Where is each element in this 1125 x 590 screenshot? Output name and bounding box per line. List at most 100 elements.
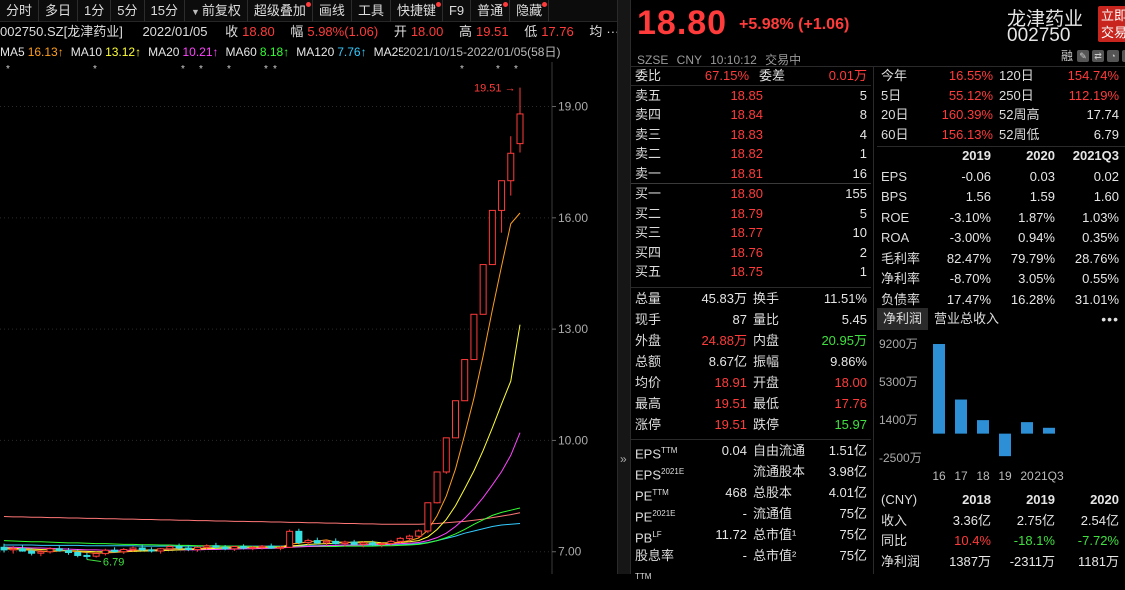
buy-level-row[interactable]: 买一 18.80 155	[631, 184, 871, 204]
sell-level-row[interactable]: 卖二 18.82 1	[631, 144, 871, 164]
rev-label: 净利润	[881, 553, 921, 569]
link-icon[interactable]: ⇄	[1092, 50, 1104, 62]
event-star-icon: *	[514, 64, 518, 75]
buy-level-row[interactable]: 买三 18.77 10	[631, 223, 871, 243]
toolbar-button[interactable]: 画线	[313, 0, 352, 22]
candle[interactable]	[157, 548, 165, 554]
fundamental-label-text: PE	[635, 509, 653, 525]
profit-bar[interactable]	[1043, 427, 1055, 434]
event-star-icon: *	[6, 64, 10, 75]
candle[interactable]	[516, 87, 524, 153]
quote-label: 总量	[635, 291, 662, 306]
candle[interactable]	[147, 547, 155, 553]
candle[interactable]	[83, 552, 91, 560]
candle[interactable]	[498, 180, 506, 233]
candle[interactable]	[286, 529, 294, 549]
candle[interactable]	[470, 313, 478, 361]
candle[interactable]	[433, 471, 441, 504]
fundamental-value: 75亿	[839, 548, 867, 563]
toolbar-button[interactable]: ▼ 前复权	[185, 0, 248, 22]
candle-body	[157, 548, 165, 552]
candle[interactable]	[18, 545, 26, 552]
candle-body	[405, 535, 413, 539]
candle[interactable]	[120, 548, 128, 554]
buy-level-row[interactable]: 买四 18.76 2	[631, 243, 871, 263]
event-star-icon: *	[199, 64, 203, 75]
sell-level-row[interactable]: 卖五 18.85 5	[631, 86, 871, 106]
candle[interactable]	[332, 538, 340, 545]
fin-value: 0.02	[1093, 168, 1119, 184]
candle-body	[212, 545, 220, 548]
candle[interactable]	[194, 546, 201, 552]
candle[interactable]	[424, 502, 432, 534]
toolbar-button[interactable]: 多日	[39, 0, 79, 22]
toolbar-button[interactable]: 分时	[0, 0, 40, 22]
candle[interactable]	[350, 539, 358, 546]
candle[interactable]	[101, 548, 109, 556]
candle[interactable]	[55, 545, 63, 552]
profit-bar[interactable]	[933, 344, 945, 434]
toolbar-button-label: 快捷键	[396, 3, 436, 18]
candle[interactable]	[138, 544, 146, 551]
toolbar-button[interactable]: F9	[443, 0, 472, 22]
candle[interactable]	[415, 529, 423, 538]
sell-level-row[interactable]: 卖四 18.84 8	[631, 105, 871, 125]
candle-body	[396, 537, 404, 542]
toolbar-button[interactable]: 1分	[78, 0, 112, 22]
candle[interactable]	[313, 537, 321, 545]
toolbar-button[interactable]: 超级叠加	[248, 0, 313, 22]
more-icon[interactable]: •••	[1101, 308, 1125, 330]
profit-bar[interactable]	[977, 420, 989, 434]
candlestick-chart[interactable]: * * * * * * * * * * 19.00 16.00 13.00 10.00 7.00 19.51 …	[0, 62, 617, 574]
tab-net-profit[interactable]: 净利润	[877, 308, 929, 330]
candle-body	[74, 551, 82, 556]
kline-panel[interactable]: 分时 多日 1分 5分 15分 ▼ 前复权 超级叠加 画线 工具 快捷键 F9 普通 隐藏 002750.…	[0, 0, 617, 574]
return-label: 60日	[881, 126, 909, 142]
ma-legend-item: MA20 10.21↑	[148, 45, 218, 59]
toolbar-button[interactable]: 5分	[111, 0, 145, 22]
candle[interactable]	[267, 543, 275, 549]
ma-label: MA20	[148, 45, 180, 59]
toolbar-button[interactable]: 工具	[352, 0, 391, 22]
toolbar-button[interactable]: 普通	[471, 0, 511, 22]
candle[interactable]	[295, 528, 303, 545]
candle[interactable]	[230, 545, 238, 551]
edit-icon[interactable]: ✎	[1077, 50, 1089, 62]
alert-icon[interactable]: ◔	[1107, 50, 1119, 62]
profit-bar[interactable]	[955, 399, 967, 434]
buy-level-row[interactable]: 买二 18.79 5	[631, 204, 871, 224]
profit-bar[interactable]	[999, 433, 1011, 457]
tab-revenue[interactable]: 营业总收入	[928, 308, 1005, 330]
candle-body	[350, 541, 358, 545]
candle[interactable]	[479, 264, 487, 315]
rev-value: 1387万	[949, 553, 991, 569]
profit-category-label: 17	[954, 469, 968, 483]
candle[interactable]	[507, 136, 515, 196]
candle[interactable]	[452, 400, 459, 439]
toolbar-button[interactable]: 15分	[145, 0, 185, 22]
sell-level-row[interactable]: 卖三 18.83 4	[631, 125, 871, 145]
candle[interactable]	[111, 547, 119, 553]
profit-y-label: -2500万	[879, 451, 922, 465]
trade-now-button[interactable]: 立即交易	[1098, 6, 1125, 42]
panel-splitter[interactable]: »	[617, 0, 631, 574]
rev-year: 2020	[1090, 492, 1119, 507]
candle[interactable]	[488, 209, 496, 266]
candle[interactable]	[442, 437, 450, 474]
level-price: 18.76	[730, 244, 763, 260]
buy-level-row[interactable]: 买五 18.75 1	[631, 262, 871, 282]
candle[interactable]	[461, 359, 469, 402]
candle-body	[46, 548, 54, 553]
toolbar-button[interactable]: 快捷键	[391, 0, 443, 22]
level-volume: 1	[859, 146, 867, 161]
expand-arrow-icon[interactable]: »	[620, 452, 627, 466]
fin-label: 净利率	[881, 271, 921, 286]
toolbar-button[interactable]: 隐藏	[510, 0, 550, 22]
sell-level-row[interactable]: 卖一 18.81 16	[631, 164, 871, 184]
range-value: 5.98%(1.06)	[307, 24, 379, 39]
quote-label: 量比	[753, 312, 780, 327]
profit-bar[interactable]	[1021, 422, 1033, 434]
quote-stats: 总量 45.83万 换手 11.51% 现手 87 量比 5.45 外盘 24.88万 内盘 20.9…	[631, 287, 871, 435]
level-label: 卖一	[635, 165, 662, 181]
fin-value: -0.06	[961, 168, 991, 184]
